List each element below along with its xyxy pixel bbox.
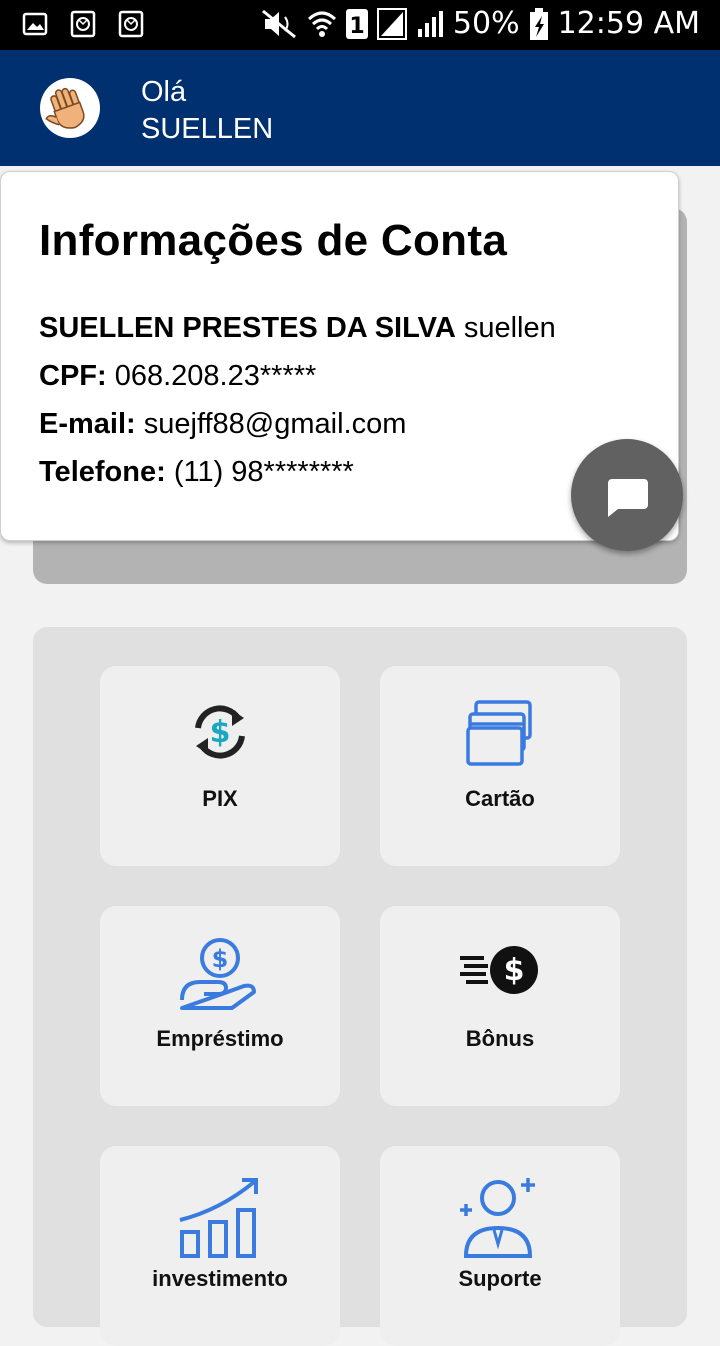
signal-icon: [376, 7, 407, 40]
cpf-label: CPF:: [39, 360, 107, 392]
phone-label: Telefone:: [39, 456, 166, 488]
cpf-row: CPF: 068.208.23*****: [39, 358, 316, 394]
cat-icon: [118, 10, 144, 38]
mute-icon: [261, 9, 296, 38]
email-label: E-mail:: [39, 408, 136, 440]
account-title: Informações de Conta: [39, 216, 508, 265]
clock: 12:59 AM: [557, 6, 700, 41]
menu-tile-label: Suporte: [458, 1266, 542, 1291]
phone-value: (11) 98********: [173, 456, 354, 488]
username: SUELLEN: [141, 113, 274, 145]
menu-tile-bonus[interactable]: $ Bônus: [380, 906, 620, 1106]
avatar[interactable]: [40, 78, 100, 138]
menu-tile-label: investimento: [152, 1266, 288, 1291]
sim-icon: 1: [345, 8, 368, 39]
menu-tile-label: Bônus: [465, 1026, 535, 1051]
cpf-value: 068.208.23*****: [114, 360, 317, 392]
loan-hand-icon: $: [180, 938, 256, 1010]
chat-icon: [608, 479, 648, 517]
login-name: suellen: [463, 312, 556, 344]
wifi-icon: [307, 11, 336, 37]
status-bar: 1 50% 12:59 AM: [0, 0, 720, 50]
menu-tile-suporte[interactable]: Suporte: [380, 1146, 620, 1346]
svg-text:$: $: [504, 953, 525, 988]
menu-tile-investimento[interactable]: investimento: [100, 1146, 340, 1346]
menu-tile-pix[interactable]: $ PIX: [100, 666, 340, 866]
battery-icon: [529, 7, 548, 40]
email-value: suejff88@gmail.com: [143, 408, 407, 440]
email-row: E-mail: suejff88@gmail.com: [39, 406, 406, 442]
battery-percent: 50%: [452, 6, 520, 41]
phone-row: Telefone: (11) 98********: [39, 454, 354, 490]
greeting-text: Olá: [141, 76, 187, 108]
full-name: SUELLEN PRESTES DA SILVA: [39, 312, 456, 344]
image-icon: [22, 12, 48, 36]
cat-icon: [70, 10, 96, 38]
waving-hand-icon: [45, 87, 85, 129]
svg-text:$: $: [210, 715, 231, 750]
menu-tile-emprestimo[interactable]: $ Empréstimo: [100, 906, 340, 1106]
pix-exchange-icon: $: [195, 705, 245, 759]
chat-button[interactable]: [571, 439, 683, 551]
account-name-row: SUELLEN PRESTES DA SILVA suellen: [39, 310, 556, 346]
support-agent-icon: [460, 1178, 535, 1258]
menu-tile-cartao[interactable]: Cartão: [380, 666, 620, 866]
menu-tile-label: Empréstimo: [156, 1026, 284, 1051]
menu-panel: $ PIX Cartão $ Empréstimo $ Bônus invest…: [33, 627, 687, 1346]
growth-chart-icon: [179, 1178, 258, 1258]
greeting: Olá SUELLEN: [141, 74, 273, 148]
menu-tile-label: PIX: [202, 786, 238, 811]
svg-text:1: 1: [349, 14, 364, 39]
signal-icon: [417, 10, 443, 37]
menu-tile-label: Cartão: [465, 786, 535, 811]
fast-money-icon: $: [460, 946, 538, 994]
cards-icon: [466, 700, 532, 766]
app-header: Olá SUELLEN: [0, 50, 720, 166]
svg-text:$: $: [212, 945, 229, 973]
